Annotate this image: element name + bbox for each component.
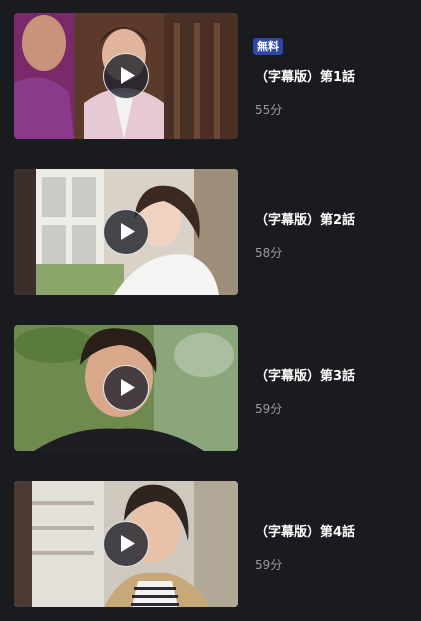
episode-duration: 59分 (255, 558, 283, 572)
episode-duration: 58分 (255, 246, 283, 260)
episode-thumbnail[interactable] (14, 13, 238, 139)
episode-title[interactable]: （字幕版）第3話 (255, 365, 355, 384)
episode-item-1[interactable]: 無料 （字幕版）第1話 55分 (14, 13, 414, 139)
play-icon (121, 379, 135, 396)
episode-title[interactable]: （字幕版）第2話 (255, 209, 355, 228)
play-icon (121, 223, 135, 240)
episode-info: （字幕版）第4話 59分 (253, 481, 413, 607)
episode-title[interactable]: （字幕版）第1話 (255, 66, 355, 85)
episode-item-3[interactable]: （字幕版）第3話 59分 (14, 325, 414, 451)
play-icon (121, 535, 135, 552)
episode-thumbnail[interactable] (14, 169, 238, 295)
play-button[interactable] (103, 365, 149, 411)
play-button[interactable] (103, 209, 149, 255)
free-badge: 無料 (253, 38, 283, 55)
episode-title[interactable]: （字幕版）第4話 (255, 521, 355, 540)
play-icon (121, 67, 135, 84)
episode-thumbnail[interactable] (14, 325, 238, 451)
episode-duration: 55分 (255, 103, 283, 117)
play-button[interactable] (103, 53, 149, 99)
episode-duration: 59分 (255, 402, 283, 416)
episode-info: （字幕版）第3話 59分 (253, 325, 413, 451)
episode-thumbnail[interactable] (14, 481, 238, 607)
episode-item-2[interactable]: （字幕版）第2話 58分 (14, 169, 414, 295)
play-button[interactable] (103, 521, 149, 567)
episode-info: （字幕版）第2話 58分 (253, 169, 413, 295)
episode-info: 無料 （字幕版）第1話 55分 (253, 13, 413, 139)
episode-item-4[interactable]: （字幕版）第4話 59分 (14, 481, 414, 607)
